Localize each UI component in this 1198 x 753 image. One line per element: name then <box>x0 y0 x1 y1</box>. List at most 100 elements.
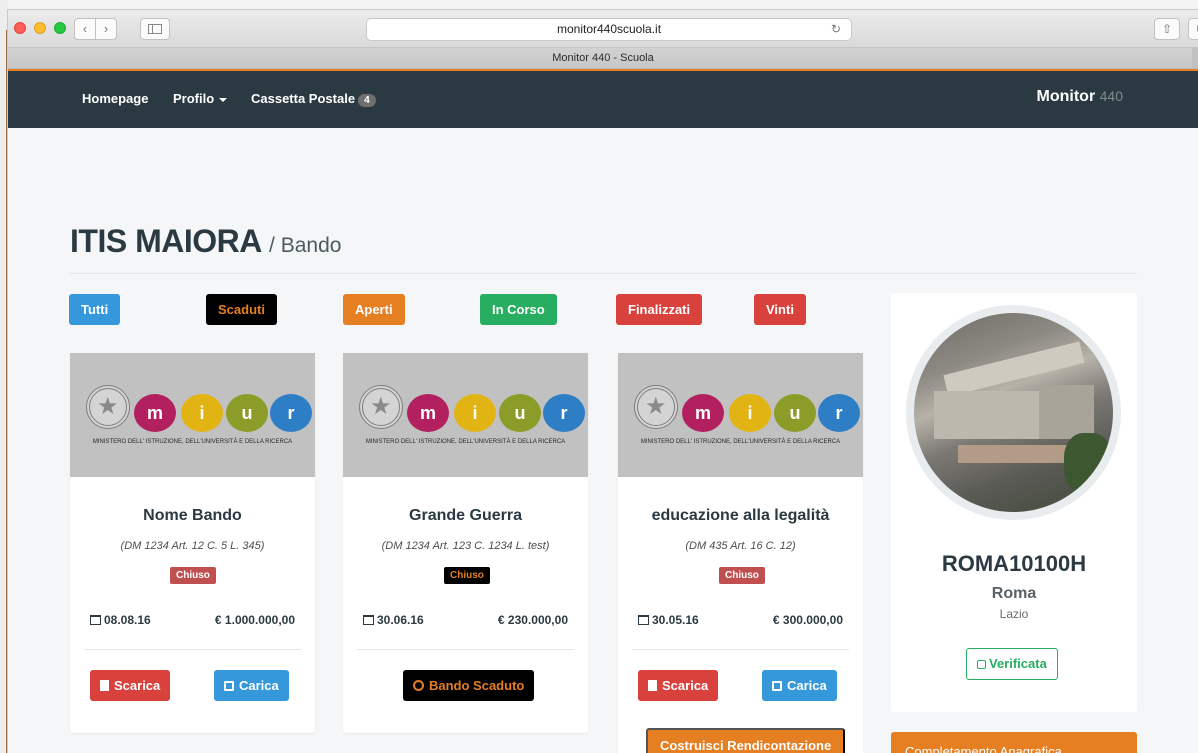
mailbox-count-badge: 4 <box>358 94 376 107</box>
card-title: educazione alla legalità <box>651 507 830 524</box>
verified-label: Verificata <box>989 656 1047 671</box>
card-date-text: 30.05.16 <box>652 613 699 627</box>
chevron-right-icon: › <box>103 21 109 36</box>
miur-letter: r <box>818 394 860 432</box>
forward-button[interactable]: › <box>95 18 117 40</box>
school-photo <box>914 313 1113 512</box>
card-divider <box>357 649 574 650</box>
brand-logo[interactable]: Monitor 440 <box>1037 88 1123 106</box>
chevron-left-icon: ‹ <box>82 21 88 36</box>
anagrafica-panel-header[interactable]: Completamento Anagrafica <box>891 732 1137 753</box>
card-divider <box>632 649 849 650</box>
reload-icon[interactable]: ↻ <box>831 19 841 40</box>
title-divider <box>70 273 1137 274</box>
miur-letter: u <box>226 394 268 432</box>
share-button[interactable]: ⇧ <box>1154 18 1180 40</box>
card-reference: (DM 1234 Art. 123 C. 1234 L. test) <box>381 540 550 552</box>
thumbs-up-icon <box>977 660 986 669</box>
close-window-button[interactable] <box>14 22 26 34</box>
card-date: 30.06.16 <box>363 613 424 627</box>
new-tab-button[interactable] <box>1192 48 1198 68</box>
desktop-edge <box>0 0 8 753</box>
filter-in-corso-button[interactable]: In Corso <box>480 294 557 325</box>
school-photo-frame <box>906 305 1121 520</box>
calendar-icon <box>90 615 101 625</box>
miur-letter: i <box>181 394 223 432</box>
card-title: Grande Guerra <box>409 507 522 524</box>
bando-card: ★ m i u r MINISTERO DELL' ISTRUZIONE, DE… <box>343 353 588 733</box>
filter-scaduti-button[interactable]: Scaduti <box>206 294 277 325</box>
miur-caption: MINISTERO DELL' ISTRUZIONE, DELL'UNIVERS… <box>365 439 566 445</box>
card-amount: € 230.000,00 <box>497 613 568 627</box>
miur-letter: m <box>134 394 176 432</box>
share-icon: ⇧ <box>1161 22 1173 36</box>
filter-finalizzati-button[interactable]: Finalizzati <box>616 294 703 325</box>
sidebar-toggle-button[interactable] <box>140 18 170 40</box>
card-date-text: 08.08.16 <box>104 613 151 627</box>
caret-down-icon <box>219 97 228 102</box>
address-bar[interactable]: monitor440scuola.it ↻ <box>366 18 852 41</box>
edit-icon <box>772 681 782 691</box>
url-text: monitor440scuola.it <box>556 22 662 36</box>
brand-name: Monitor <box>1036 88 1096 105</box>
card-date-text: 30.06.16 <box>377 613 424 627</box>
status-badge: Chiuso <box>444 567 490 584</box>
miur-letter: m <box>407 394 449 432</box>
miur-letter: u <box>499 394 541 432</box>
download-label: Scarica <box>662 678 709 693</box>
school-city: Roma <box>991 585 1037 602</box>
nav-mailbox[interactable]: Cassetta Postale 4 <box>251 91 376 107</box>
miur-letter: r <box>543 394 585 432</box>
verified-button[interactable]: Verificata <box>966 648 1058 680</box>
show-tabs-button[interactable]: ⧉ <box>1188 18 1198 40</box>
download-button[interactable]: Scarica <box>90 670 171 701</box>
brand-number: 440 <box>1099 88 1123 104</box>
filter-tutti-button[interactable]: Tutti <box>69 294 121 325</box>
filter-vinti-button[interactable]: Vinti <box>754 294 806 325</box>
bando-card: ★ m i u r MINISTERO DELL' ISTRUZIONE, DE… <box>70 353 315 733</box>
status-badge: Chiuso <box>170 567 216 584</box>
file-icon <box>100 680 109 691</box>
zoom-window-button[interactable] <box>54 22 66 34</box>
miur-letter: i <box>454 394 496 432</box>
emblem-icon: ★ <box>634 385 678 429</box>
nav-mailbox-label: Cassetta Postale <box>251 91 356 106</box>
download-button[interactable]: Scarica <box>638 670 719 701</box>
upload-label: Carica <box>787 678 827 693</box>
page-subtitle: / Bando <box>269 234 342 257</box>
upload-button[interactable]: Carica <box>214 670 289 701</box>
school-panel: ROMA10100H Roma Lazio Verificata <box>891 293 1137 712</box>
calendar-icon <box>638 615 649 625</box>
school-name: ITIS MAIORA <box>70 223 261 259</box>
miur-caption: MINISTERO DELL' ISTRUZIONE, DELL'UNIVERS… <box>92 439 293 445</box>
bando-card: ★ m i u r MINISTERO DELL' ISTRUZIONE, DE… <box>618 353 863 753</box>
browser-toolbar: ‹ › monitor440scuola.it ↻ ⇧ ⧉ <box>8 10 1198 48</box>
filter-aperti-button[interactable]: Aperti <box>343 294 405 325</box>
miur-logo: ★ m i u r MINISTERO DELL' ISTRUZIONE, DE… <box>343 353 588 477</box>
miur-logo: ★ m i u r MINISTERO DELL' ISTRUZIONE, DE… <box>618 353 863 477</box>
miur-letter: u <box>774 394 816 432</box>
card-reference: (DM 1234 Art. 12 C. 5 L. 345) <box>120 540 265 552</box>
file-icon <box>648 680 657 691</box>
download-label: Scarica <box>114 678 161 693</box>
tab-title[interactable]: Monitor 440 - Scuola <box>552 52 654 64</box>
minimize-window-button[interactable] <box>34 22 46 34</box>
build-report-button[interactable]: Costruisci Rendicontazione <box>646 728 846 753</box>
app-navbar: Homepage Profilo Cassetta Postale 4 Monit… <box>8 69 1198 128</box>
miur-logo: ★ m i u r MINISTERO DELL' ISTRUZIONE, DE… <box>70 353 315 477</box>
edit-icon <box>224 681 234 691</box>
miur-letter: m <box>682 394 724 432</box>
card-divider <box>84 649 301 650</box>
school-code: ROMA10100H <box>941 551 1087 576</box>
back-button[interactable]: ‹ <box>74 18 96 40</box>
miur-letter: i <box>729 394 771 432</box>
expired-bando-button[interactable]: Bando Scaduto <box>403 670 535 701</box>
page-title: ITIS MAIORA / Bando <box>70 223 341 260</box>
card-title: Nome Bando <box>143 507 242 524</box>
nav-profile-dropdown[interactable]: Profilo <box>173 91 228 106</box>
emblem-icon: ★ <box>359 385 403 429</box>
upload-button[interactable]: Carica <box>762 670 837 701</box>
nav-profile-label: Profilo <box>173 91 215 106</box>
expired-label: Bando Scaduto <box>429 678 525 693</box>
nav-homepage[interactable]: Homepage <box>82 91 148 106</box>
